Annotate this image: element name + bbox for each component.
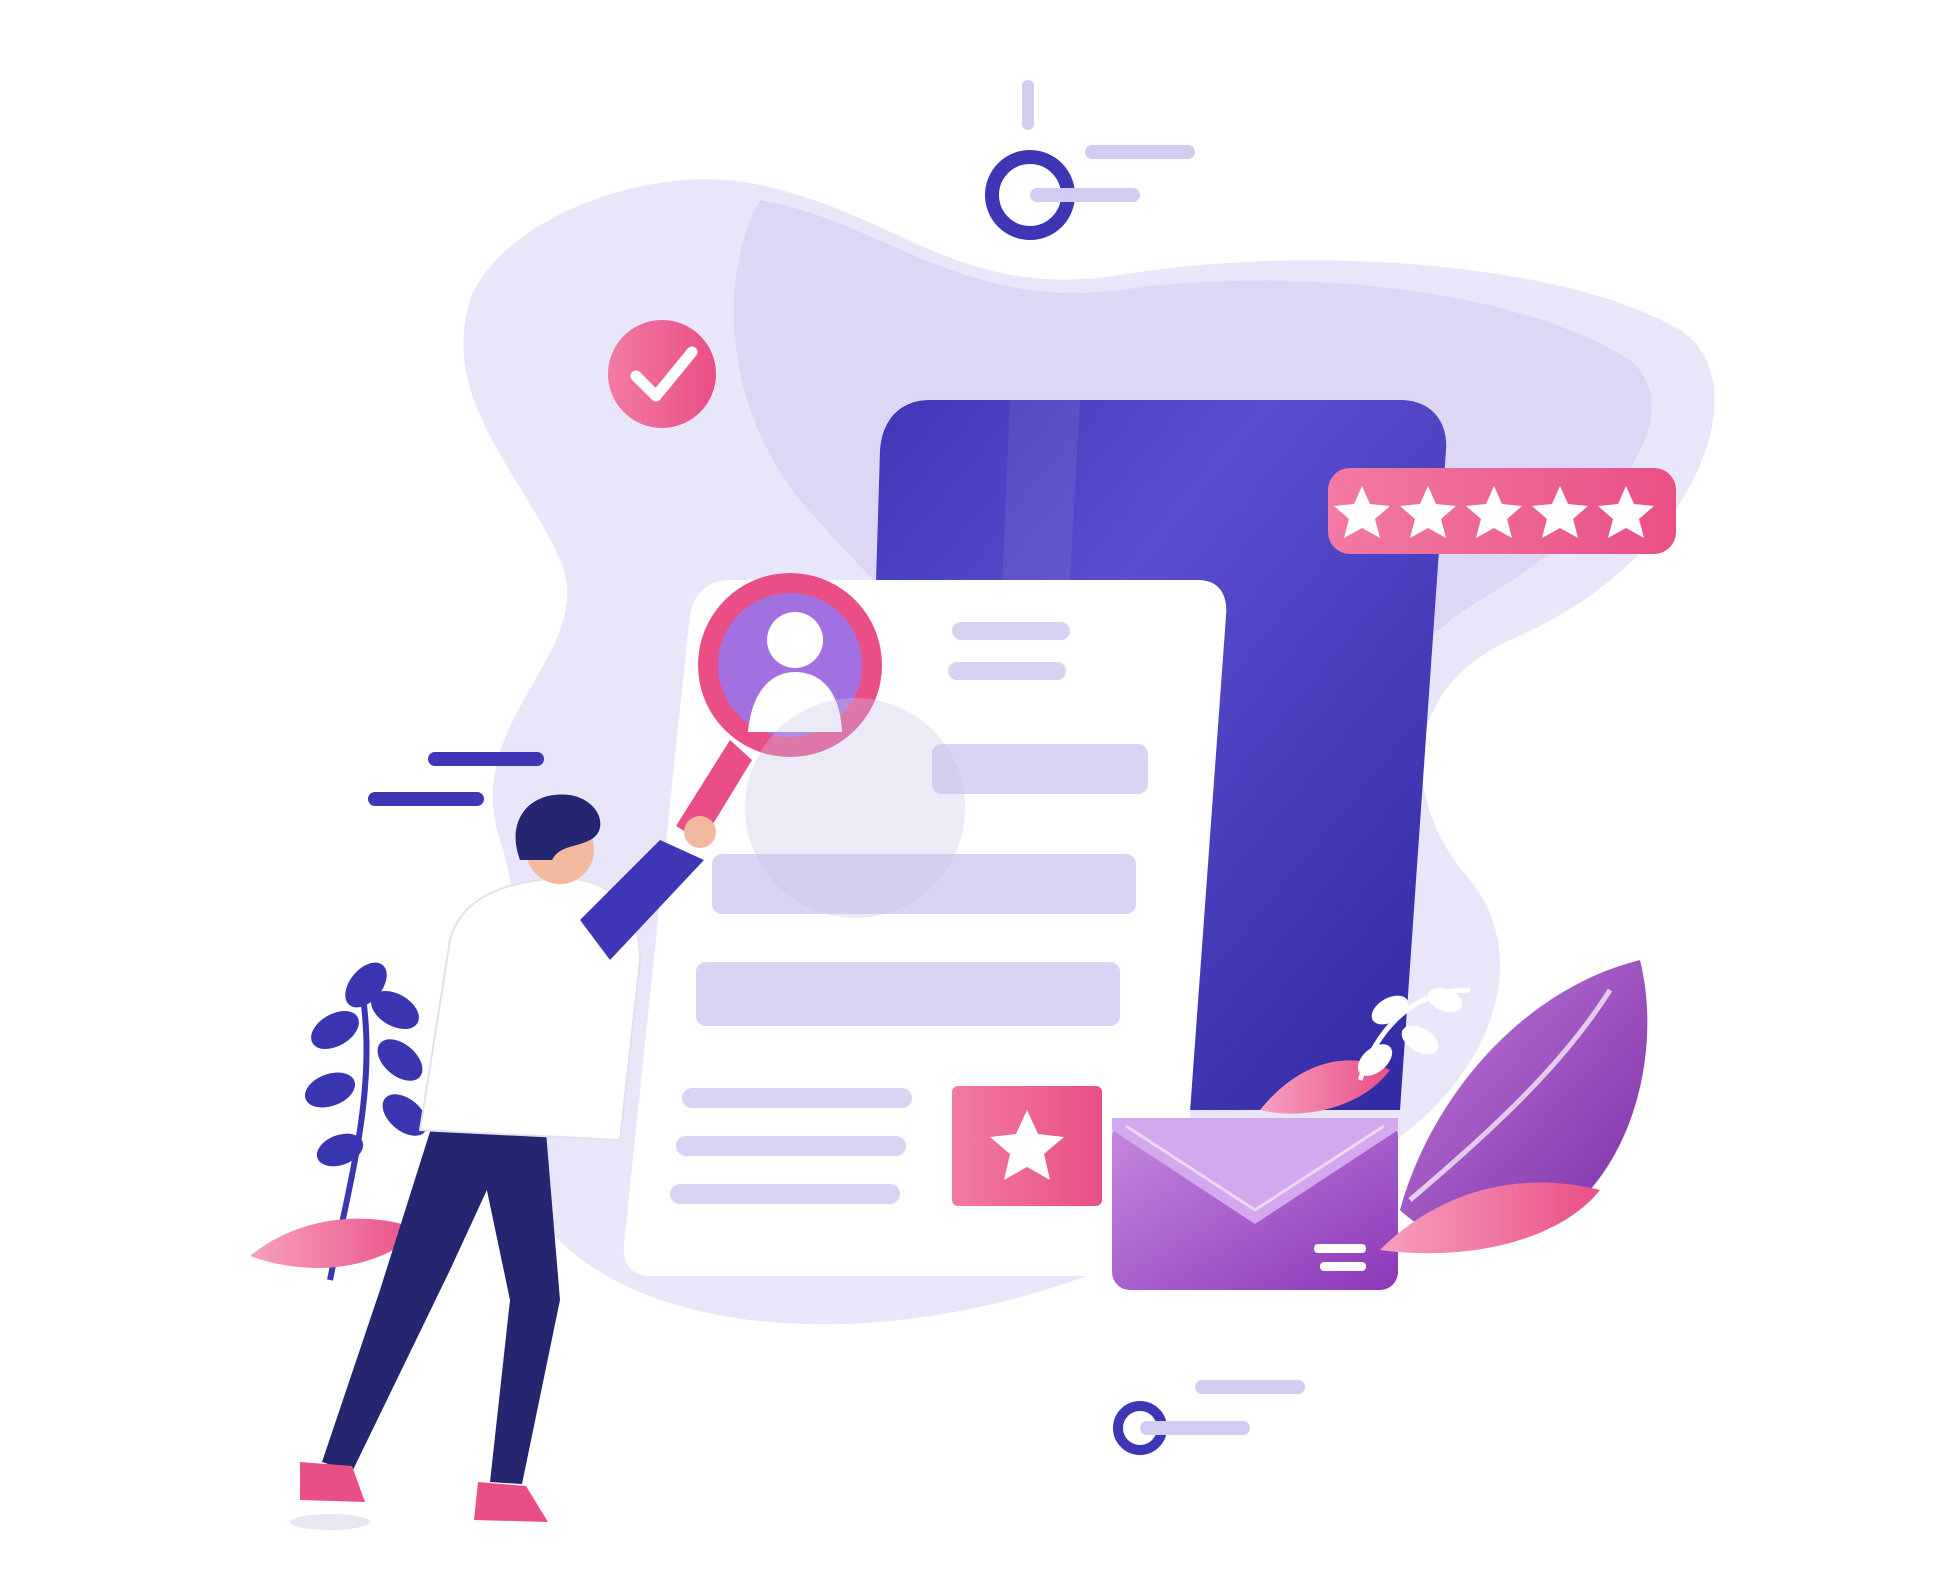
- illustration: [0, 0, 1956, 1586]
- connector-top: [985, 80, 1195, 240]
- envelope-icon: [1112, 1118, 1398, 1290]
- lens-shadow: [745, 698, 965, 918]
- rating-bar: [1328, 468, 1676, 554]
- illustration-canvas: [250, 80, 1715, 1530]
- connector-bottom: [1113, 1380, 1305, 1455]
- check-circle-icon: [608, 320, 716, 428]
